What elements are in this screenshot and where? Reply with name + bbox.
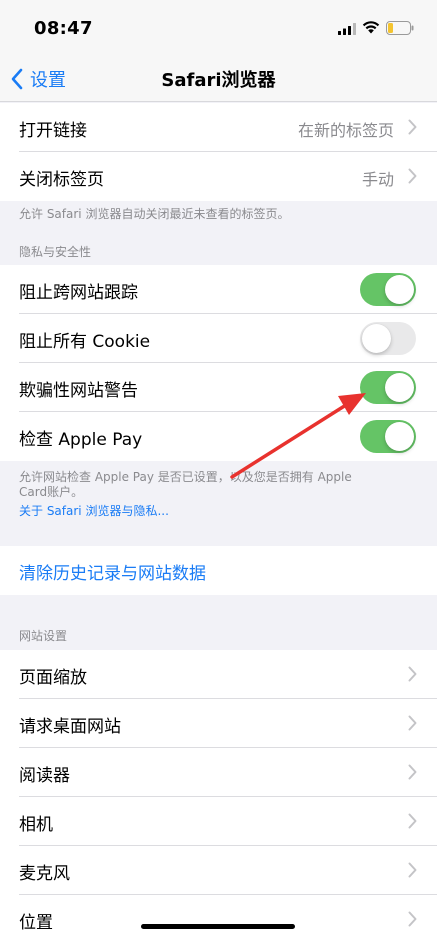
page-zoom-label: 页面缩放	[19, 668, 87, 688]
apple-pay-footnote-line1: 允许网站检查 Apple Pay 是否已设置，以及您是否拥有 Apple	[19, 470, 352, 484]
camera-label: 相机	[19, 815, 53, 835]
prevent-cross-site-tracking-label: 阻止跨网站跟踪	[19, 283, 138, 303]
chevron-right-icon	[408, 862, 417, 878]
clear-history-row[interactable]: 清除历史记录与网站数据	[0, 546, 437, 595]
prevent-cross-site-tracking-toggle[interactable]	[360, 273, 416, 306]
fraudulent-website-warning-label: 欺骗性网站警告	[19, 381, 138, 401]
request-desktop-site-row[interactable]: 请求桌面网站	[0, 699, 437, 748]
prevent-cross-site-tracking-row: 阻止跨网站跟踪	[0, 265, 437, 314]
toggle-knob	[385, 422, 414, 451]
reader-row[interactable]: 阅读器	[0, 748, 437, 797]
block-all-cookies-toggle[interactable]	[360, 322, 416, 355]
about-safari-privacy-link[interactable]: 关于 Safari 浏览器与隐私...	[19, 502, 169, 519]
chevron-right-icon	[408, 666, 417, 682]
block-all-cookies-row: 阻止所有 Cookie	[0, 314, 437, 363]
close-tabs-label: 关闭标签页	[19, 170, 104, 190]
page-title: Safari浏览器	[161, 70, 276, 91]
clear-history-button[interactable]: 清除历史记录与网站数据	[19, 559, 206, 584]
status-bar: 08:47	[0, 0, 437, 56]
open-links-value: 在新的标签页	[297, 121, 394, 140]
privacy-section-header: 隐私与安全性	[19, 245, 92, 259]
website-settings-header: 网站设置	[19, 629, 68, 643]
chevron-right-icon	[408, 813, 417, 829]
check-apple-pay-toggle[interactable]	[360, 420, 416, 453]
status-time: 08:47	[34, 18, 93, 39]
microphone-label: 麦克风	[19, 864, 70, 884]
apple-pay-footnote-line2: Card账户。	[19, 485, 84, 499]
home-indicator	[141, 924, 295, 929]
chevron-right-icon	[408, 764, 417, 780]
microphone-row[interactable]: 麦克风	[0, 846, 437, 895]
request-desktop-site-label: 请求桌面网站	[19, 717, 121, 737]
chevron-right-icon	[408, 119, 417, 135]
navigation-bar: 设置 Safari浏览器	[0, 56, 437, 102]
block-all-cookies-label: 阻止所有 Cookie	[19, 332, 151, 352]
check-apple-pay-row: 检查 Apple Pay	[0, 412, 437, 461]
chevron-right-icon	[408, 168, 417, 184]
camera-row[interactable]: 相机	[0, 797, 437, 846]
location-row[interactable]: 位置	[0, 895, 437, 935]
close-tabs-row[interactable]: 关闭标签页 手动	[0, 152, 437, 201]
location-label: 位置	[19, 913, 53, 933]
chevron-right-icon	[408, 715, 417, 731]
check-apple-pay-label: 检查 Apple Pay	[19, 430, 143, 450]
close-tabs-value: 手动	[361, 170, 394, 189]
tabs-footnote: 允许 Safari 浏览器自动关闭最近未查看的标签页。	[19, 207, 290, 221]
wifi-icon	[362, 21, 380, 34]
open-links-label: 打开链接	[19, 121, 87, 141]
reader-label: 阅读器	[19, 766, 70, 786]
toggle-knob	[362, 324, 391, 353]
cellular-signal-icon	[338, 23, 356, 35]
toggle-knob	[385, 373, 414, 402]
open-links-row[interactable]: 打开链接 在新的标签页	[0, 103, 437, 152]
chevron-right-icon	[408, 911, 417, 927]
apple-pay-footnote: 允许网站检查 Apple Pay 是否已设置，以及您是否拥有 Apple Car…	[19, 470, 409, 500]
toggle-knob	[385, 275, 414, 304]
battery-icon	[386, 21, 414, 35]
fraudulent-website-warning-row: 欺骗性网站警告	[0, 363, 437, 412]
page-zoom-row[interactable]: 页面缩放	[0, 650, 437, 699]
fraudulent-website-warning-toggle[interactable]	[360, 371, 416, 404]
